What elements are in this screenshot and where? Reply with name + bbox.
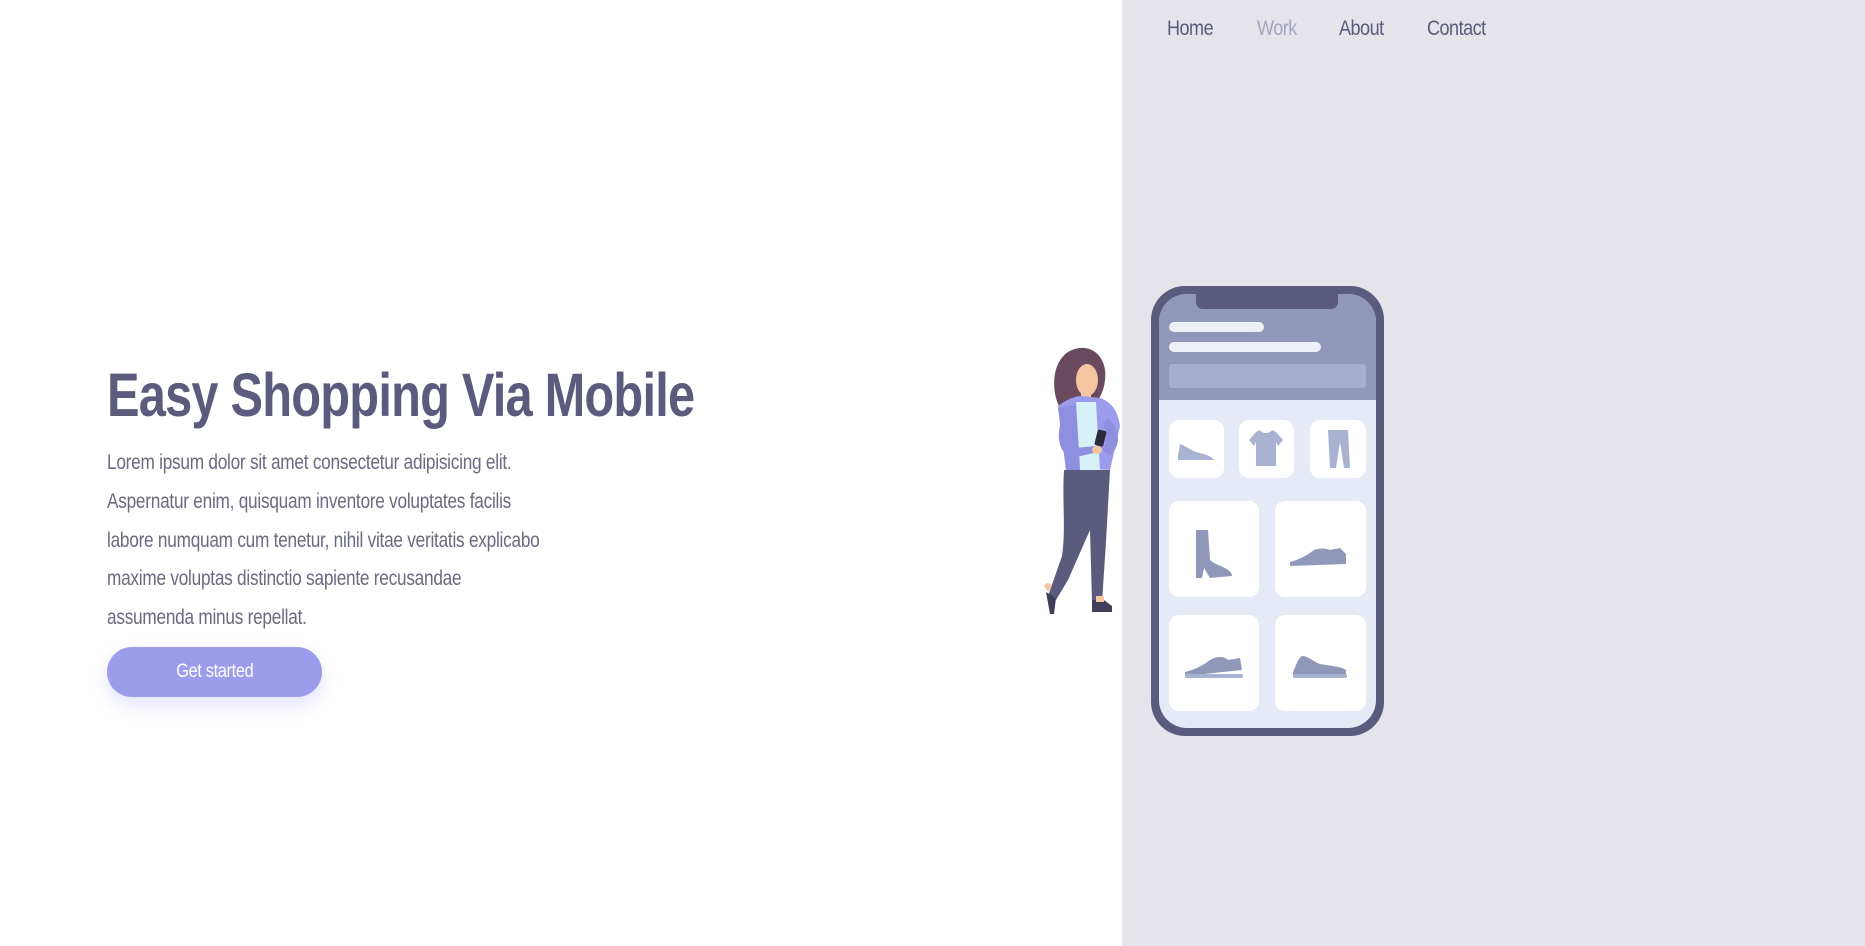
nav-contact[interactable]: Contact (1427, 17, 1486, 41)
phone-mockup (1151, 286, 1384, 736)
hero-title: Easy Shopping Via Mobile (107, 361, 695, 429)
hero-description: Lorem ipsum dolor sit amet consectetur a… (107, 451, 540, 630)
woman-figure (1044, 347, 1120, 614)
nav-about[interactable]: About (1339, 17, 1384, 41)
main-nav: Home Work About Contact (1167, 14, 1495, 44)
nav-home[interactable]: Home (1167, 17, 1214, 41)
get-started-button[interactable]: Get started (107, 647, 322, 697)
get-started-label: Get started (175, 661, 254, 682)
mobile-shopping-illustration (1044, 286, 1384, 736)
nav-work[interactable]: Work (1257, 17, 1297, 41)
